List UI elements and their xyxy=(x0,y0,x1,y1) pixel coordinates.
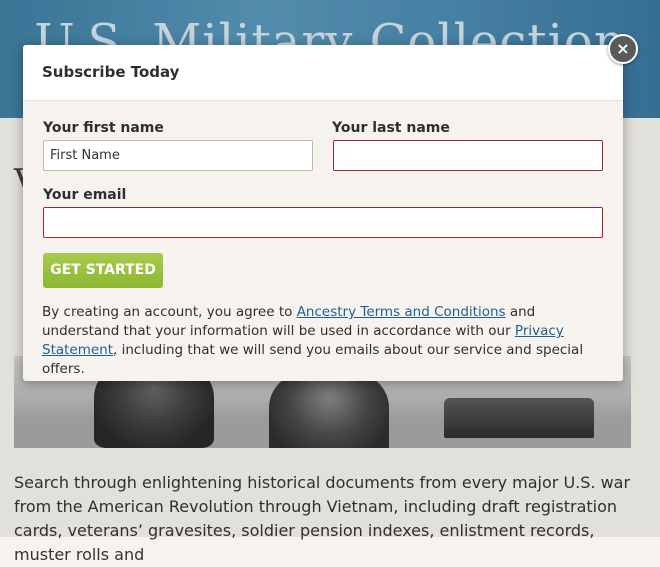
last-name-label: Your last name xyxy=(332,120,450,136)
legal-notice: By creating an account, you agree to Anc… xyxy=(42,303,607,379)
modal-header: Subscribe Today xyxy=(23,45,623,101)
subscribe-modal: Subscribe Today × Your first name Your l… xyxy=(23,34,638,381)
close-button[interactable]: × xyxy=(608,34,638,64)
get-started-button[interactable]: GET STARTED xyxy=(43,253,163,288)
terms-link[interactable]: Ancestry Terms and Conditions xyxy=(297,304,506,320)
last-name-input[interactable] xyxy=(333,140,603,171)
email-input[interactable] xyxy=(43,207,603,238)
legal-text-3: , including that we will send you emails… xyxy=(42,342,584,377)
legal-text-1: By creating an account, you agree to xyxy=(42,304,297,320)
modal-title: Subscribe Today xyxy=(42,63,180,81)
first-name-input[interactable] xyxy=(43,140,313,171)
first-name-label: Your first name xyxy=(43,120,164,136)
email-label: Your email xyxy=(43,187,127,203)
